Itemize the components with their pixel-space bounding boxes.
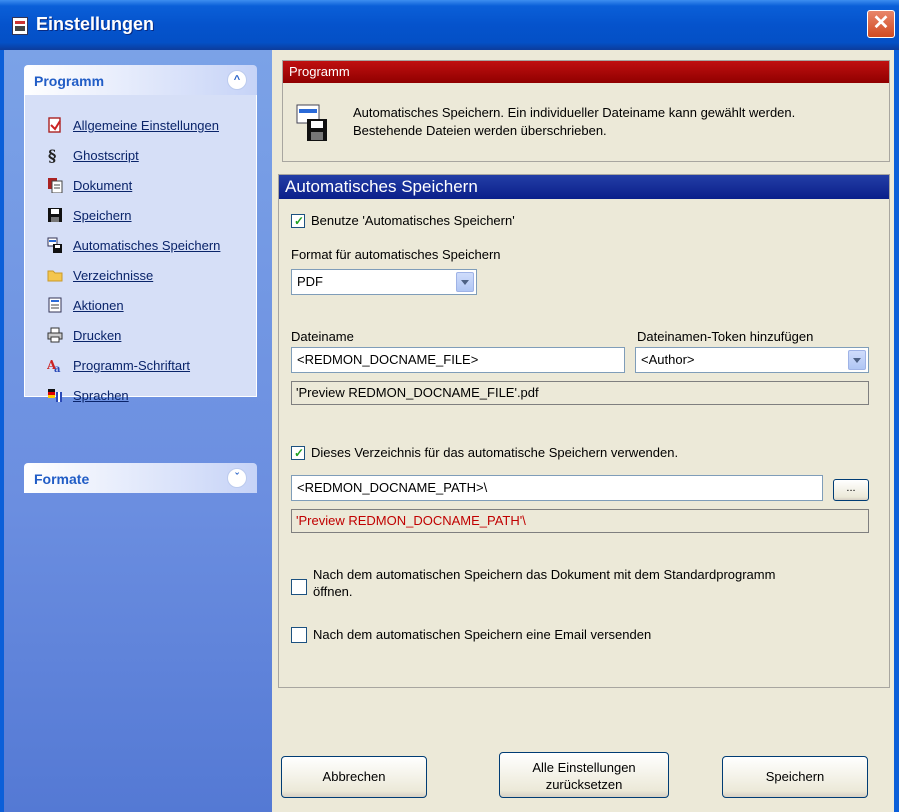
sidebar-item-label: Dokument [73, 178, 133, 193]
reset-button-label-line2: zurücksetzen [545, 777, 623, 792]
title-bar: Einstellungen ✕ [0, 0, 899, 50]
programm-panel-body: Allgemeine Einstellungen § Ghostscript D… [24, 95, 257, 403]
folder-icon [47, 270, 63, 282]
format-select[interactable]: PDF [291, 269, 477, 295]
use-directory-checkbox[interactable]: ✓ [291, 446, 305, 460]
browse-button[interactable]: ... [833, 479, 869, 501]
chevron-down-icon[interactable] [848, 350, 866, 370]
open-after-save-checkbox[interactable] [291, 579, 307, 595]
sidebar: Programm ^ Allgemeine Einstellungen § Gh… [4, 50, 272, 812]
close-button[interactable]: ✕ [867, 10, 895, 38]
checkmark-icon: ✓ [294, 446, 305, 460]
sidebar-item-label: Aktionen [73, 298, 124, 313]
open-after-save-label-line1[interactable]: Nach dem automatischen Speichern das Dok… [313, 567, 775, 582]
programm-info-box: Programm Automatisches Speichern. Ein in… [282, 60, 890, 162]
token-label: Dateinamen-Token hinzufügen [637, 329, 814, 344]
autosave-header: Automatisches Speichern [279, 175, 889, 199]
use-autosave-label[interactable]: Benutze 'Automatisches Speichern' [311, 213, 515, 228]
svg-text:a: a [54, 364, 61, 373]
sidebar-item-label: Programm-Schriftart [73, 358, 191, 373]
use-directory-label[interactable]: Dieses Verzeichnis für das automatische … [311, 445, 678, 460]
window-title: Einstellungen [36, 14, 155, 34]
directory-input[interactable]: <REDMON_DOCNAME_PATH>\ [291, 475, 823, 501]
use-autosave-checkbox[interactable]: ✓ [291, 214, 305, 228]
token-select[interactable]: <Author> [635, 347, 869, 373]
send-email-label[interactable]: Nach dem automatischen Speichern eine Em… [313, 627, 651, 642]
document-icon [48, 178, 63, 193]
save-button-label: Speichern [765, 769, 825, 784]
save-icon [48, 208, 62, 222]
collapse-chevron-icon[interactable]: ^ [227, 70, 247, 90]
sidebar-item-label: Automatisches Speichern [73, 238, 221, 253]
reset-button-label-line1: Alle Einstellungen [532, 760, 636, 775]
autosave-icon [47, 237, 62, 253]
autosave-box: Automatisches Speichern ✓ Benutze 'Autom… [278, 174, 890, 688]
sidebar-item-label: Speichern [73, 208, 132, 223]
programm-panel-title: Programm [34, 73, 105, 89]
open-after-save-label-line2[interactable]: öffnen. [313, 584, 353, 599]
reset-settings-button[interactable]: Alle Einstellungen zurücksetzen [499, 752, 669, 798]
format-label: Format für automatisches Speichern [291, 247, 501, 262]
actions-icon [48, 297, 62, 313]
ghostscript-icon: § [48, 147, 56, 163]
token-select-value: <Author> [641, 352, 695, 367]
formate-panel-title: Formate [34, 471, 90, 487]
content-area: Programm Automatisches Speichern. Ein in… [272, 50, 894, 812]
cancel-button-label: Abbrechen [322, 769, 386, 784]
programm-description-line2: Bestehende Dateien werden überschrieben. [353, 123, 607, 138]
browse-button-label: ... [846, 482, 856, 494]
filename-label: Dateiname [291, 329, 354, 344]
programm-description-line1: Automatisches Speichern. Ein individuell… [353, 105, 796, 120]
programm-panel-header[interactable]: Programm ^ [24, 65, 257, 95]
window-frame-right [894, 50, 899, 812]
chevron-down-icon[interactable] [456, 272, 474, 292]
send-email-checkbox[interactable] [291, 627, 307, 643]
format-select-value: PDF [297, 274, 323, 289]
sidebar-item-label: Ghostscript [73, 148, 139, 163]
filename-input[interactable]: <REDMON_DOCNAME_FILE> [291, 347, 625, 373]
filename-preview: 'Preview REDMON_DOCNAME_FILE'.pdf [291, 381, 869, 405]
expand-chevron-icon[interactable]: ˇ [227, 468, 247, 488]
autosave-large-icon [296, 104, 327, 141]
save-button[interactable]: Speichern [722, 756, 868, 798]
sidebar-item-label: Sprachen [73, 388, 129, 403]
app-icon [12, 17, 28, 35]
font-icon: Aa [47, 358, 61, 373]
sidebar-item-label: Verzeichnisse [73, 268, 154, 283]
sidebar-item-label: Drucken [73, 328, 122, 343]
close-icon: ✕ [872, 12, 890, 34]
general-settings-icon [48, 117, 61, 133]
printer-icon [47, 327, 63, 343]
formate-panel-header[interactable]: Formate ˇ [24, 463, 257, 493]
autosave-header-label: Automatisches Speichern [285, 177, 478, 196]
checkmark-icon: ✓ [294, 214, 305, 228]
svg-text:§: § [48, 147, 56, 163]
programm-header-label: Programm [289, 64, 350, 79]
languages-icon [48, 389, 62, 402]
directory-preview: 'Preview REDMON_DOCNAME_PATH'\ [291, 509, 869, 533]
cancel-button[interactable]: Abbrechen [281, 756, 427, 798]
sidebar-item-label: Allgemeine Einstellungen [73, 118, 219, 133]
programm-header: Programm [283, 61, 889, 83]
